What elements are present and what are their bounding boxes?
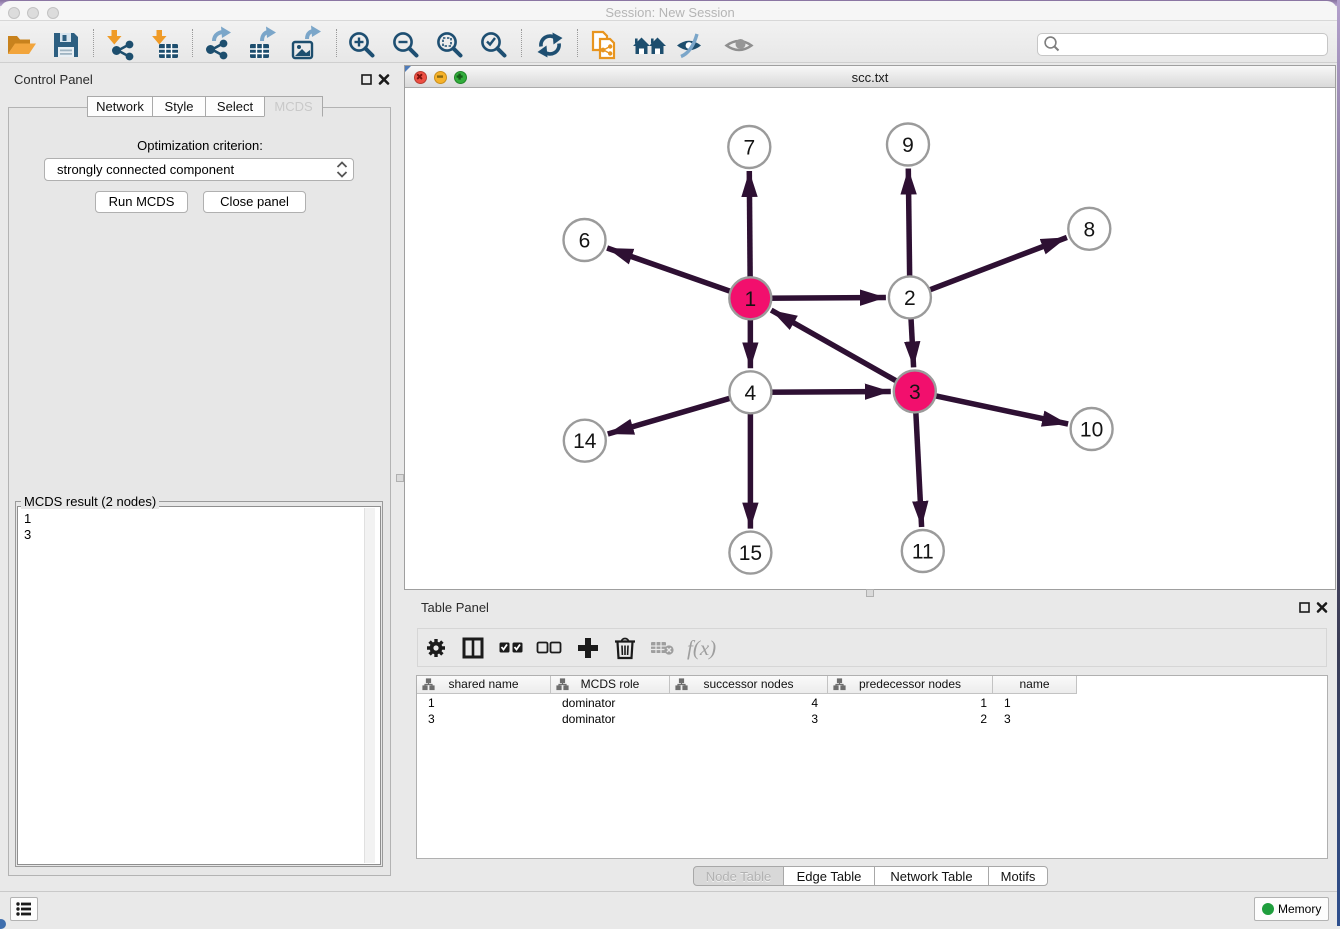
svg-text:14: 14 xyxy=(573,430,597,453)
svg-text:f(x): f(x) xyxy=(687,636,716,660)
svg-text:2: 2 xyxy=(904,287,916,310)
svg-text:3: 3 xyxy=(909,381,921,404)
svg-text:15: 15 xyxy=(739,542,762,565)
svg-text:6: 6 xyxy=(579,230,591,253)
svg-text:8: 8 xyxy=(1083,218,1095,241)
svg-text:7: 7 xyxy=(743,137,755,160)
svg-text:1: 1 xyxy=(744,288,756,311)
svg-text:10: 10 xyxy=(1080,419,1103,442)
svg-text:4: 4 xyxy=(745,382,757,405)
svg-text:11: 11 xyxy=(912,541,934,564)
svg-text:9: 9 xyxy=(902,134,914,157)
